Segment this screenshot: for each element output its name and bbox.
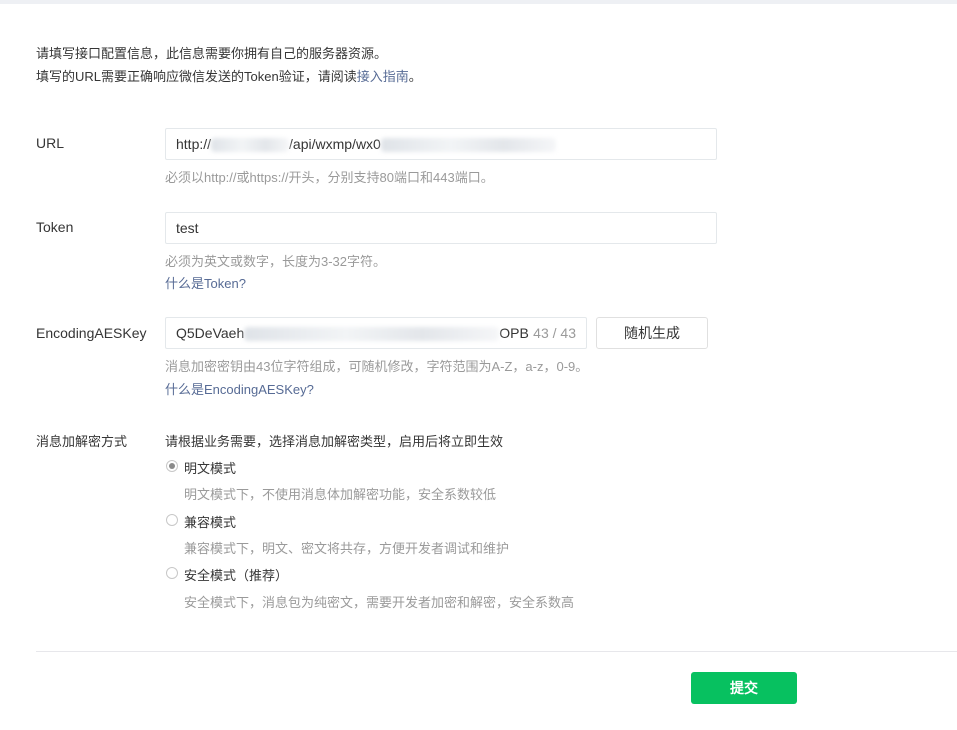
encryption-label: 消息加解密方式 xyxy=(36,434,128,449)
token-hint: 必须为英文或数字，长度为3-32字符。 xyxy=(165,254,387,269)
token-input[interactable]: test xyxy=(165,212,717,244)
intro-line-2-suffix: 。 xyxy=(408,69,422,84)
option-compatible-desc: 兼容模式下，明文、密文将共存，方便开发者调试和维护 xyxy=(184,541,510,556)
url-value-start: http:// xyxy=(176,136,212,152)
url-input[interactable]: http:// /api/wxmp/wx0 xyxy=(165,128,717,160)
encryption-description: 请根据业务需要，选择消息加解密类型，启用后将立即生效 xyxy=(165,434,504,449)
radio-secure[interactable] xyxy=(166,567,178,579)
top-bar xyxy=(0,0,957,4)
aes-label: EncodingAESKey xyxy=(36,325,147,341)
url-redacted-tail xyxy=(380,138,556,153)
token-value: test xyxy=(176,220,199,236)
aes-value-start: Q5DeVaeh xyxy=(176,325,245,341)
url-value-path: /api/wxmp/wx0 xyxy=(289,136,381,152)
aes-char-counter: 43 / 43 xyxy=(533,325,576,341)
aes-value-end: OPB xyxy=(499,325,529,341)
what-is-aes-link[interactable]: 什么是EncodingAESKey? xyxy=(165,379,314,398)
aes-input[interactable]: Q5DeVaeh OPB 43 / 43 xyxy=(165,317,587,349)
aes-redacted xyxy=(244,327,500,342)
access-guide-link[interactable]: 接入指南 xyxy=(357,69,409,84)
token-label: Token xyxy=(36,219,74,235)
option-secure-label[interactable]: 安全模式（推荐） xyxy=(184,565,288,584)
url-hint: 必须以http://或https://开头，分别支持80端口和443端口。 xyxy=(165,170,494,185)
radio-plaintext[interactable] xyxy=(166,460,178,472)
url-label: URL xyxy=(36,135,65,151)
footer-divider xyxy=(36,651,957,652)
radio-compatible[interactable] xyxy=(166,514,178,526)
option-plaintext-desc: 明文模式下，不使用消息体加解密功能，安全系数较低 xyxy=(184,487,497,502)
what-is-token-link[interactable]: 什么是Token? xyxy=(165,273,246,292)
option-compatible-label[interactable]: 兼容模式 xyxy=(184,512,236,531)
option-secure-desc: 安全模式下，消息包为纯密文，需要开发者加密和解密，安全系数高 xyxy=(184,595,575,610)
aes-hint: 消息加密密钥由43位字符组成，可随机修改，字符范围为A-Z，a-z，0-9。 xyxy=(165,359,589,374)
option-plaintext-label[interactable]: 明文模式 xyxy=(184,458,236,477)
url-redacted-host xyxy=(211,138,290,153)
intro-line-2-text: 填写的URL需要正确响应微信发送的Token验证，请阅读 xyxy=(36,69,357,84)
intro-line-2: 填写的URL需要正确响应微信发送的Token验证，请阅读接入指南。 xyxy=(36,67,422,87)
random-generate-button[interactable]: 随机生成 xyxy=(596,317,708,349)
intro-line-1: 请填写接口配置信息，此信息需要你拥有自己的服务器资源。 xyxy=(36,46,388,61)
submit-button[interactable]: 提交 xyxy=(691,672,797,704)
